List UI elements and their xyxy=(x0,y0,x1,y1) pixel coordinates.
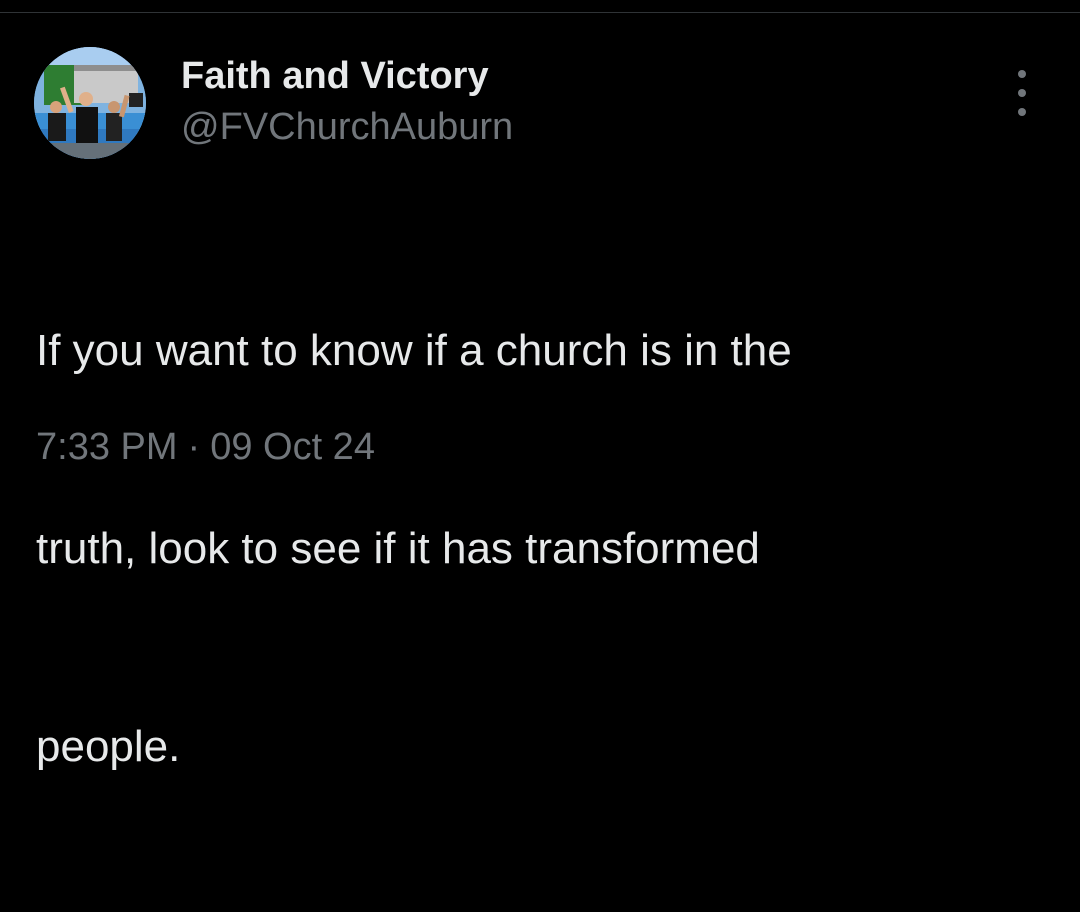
tweet-date[interactable]: 09 Oct 24 xyxy=(210,426,375,468)
tweet-text-line: truth, look to see if it has transformed xyxy=(36,524,760,573)
tweet-text-line: If you want to know if a church is in th… xyxy=(36,326,792,375)
more-options-icon-dot xyxy=(1018,89,1026,97)
avatar[interactable] xyxy=(34,47,146,159)
tweet-text-line: people. xyxy=(36,722,181,771)
more-options-button[interactable] xyxy=(1002,70,1042,116)
tweet-time[interactable]: 7:33 PM xyxy=(36,426,178,468)
timestamp-separator: · xyxy=(187,426,201,468)
avatar-image xyxy=(34,47,146,159)
author-display-name[interactable]: Faith and Victory xyxy=(181,53,489,99)
author-handle[interactable]: @FVChurchAuburn xyxy=(181,104,513,150)
tweet-text: If you want to know if a church is in th… xyxy=(36,186,1046,912)
more-options-icon xyxy=(1018,70,1026,78)
more-options-icon-dot xyxy=(1018,108,1026,116)
tweet-timestamp[interactable]: 7:33 PM · 09 Oct 24 xyxy=(36,424,375,470)
tweet: Faith and Victory @FVChurchAuburn If you… xyxy=(0,0,1080,771)
